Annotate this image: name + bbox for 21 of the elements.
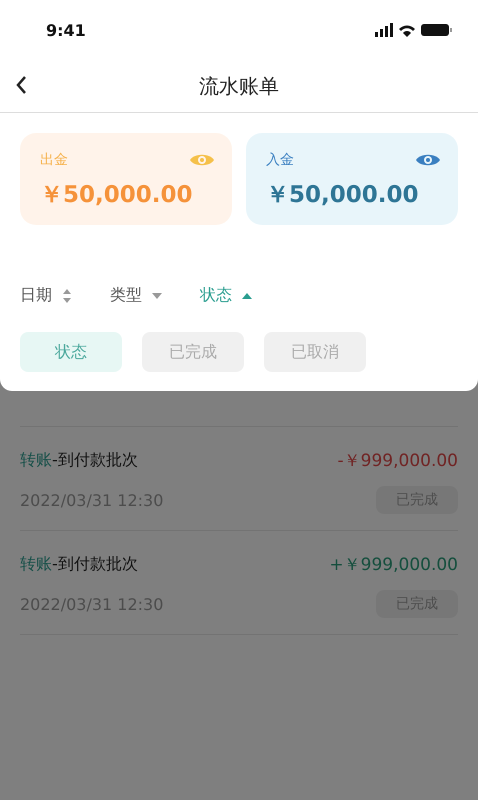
sort-button[interactable]: 状态	[200, 285, 252, 306]
sort-button[interactable]: 类型	[110, 285, 162, 306]
status-time: 9:41	[46, 20, 86, 40]
back-button[interactable]	[14, 74, 28, 96]
transaction-title: 转账-到付款批次	[20, 554, 138, 575]
wifi-icon	[399, 24, 415, 36]
status-filter-chip[interactable]: 已完成	[142, 332, 244, 372]
balance-amount: ￥50,000.00	[40, 181, 194, 210]
status-filter-chip[interactable]: 已取消	[264, 332, 366, 372]
battery-icon	[421, 24, 452, 36]
transaction-amount: +￥999,000.00	[329, 554, 458, 576]
balance-amount: ￥50,000.00	[266, 181, 420, 210]
status-filter-chip[interactable]: 状态	[20, 332, 122, 372]
transaction-title: 转账-到付款批次	[20, 450, 138, 471]
sort-button[interactable]: 日期	[20, 285, 72, 306]
balance-label: 入金	[266, 151, 294, 169]
eye-icon[interactable]	[416, 153, 440, 167]
page-title: 流水账单	[199, 72, 279, 100]
balance-label: 出金	[40, 151, 68, 169]
signal-icon	[375, 23, 393, 37]
transaction-amount: -￥999,000.00	[338, 450, 458, 472]
